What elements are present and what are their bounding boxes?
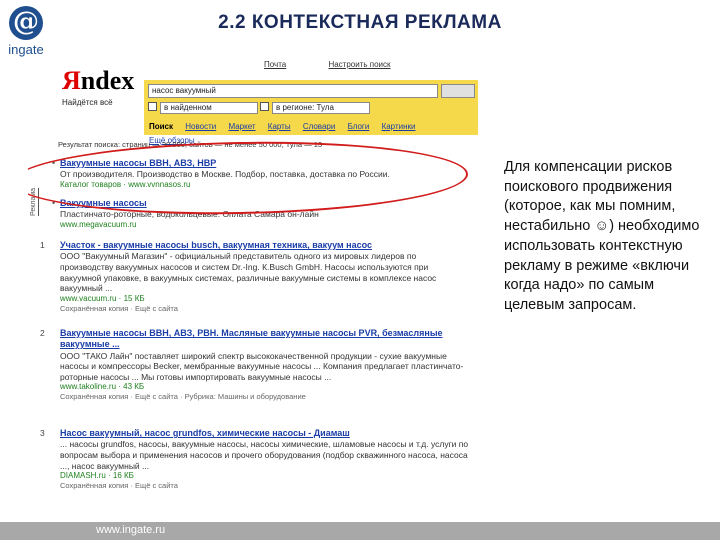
search-tabs: Поиск Новости Маркет Карты Словари Блоги… — [144, 120, 478, 145]
tab-search[interactable]: Поиск — [144, 120, 179, 134]
yandex-logo-first: Я — [62, 66, 81, 95]
slide-title: 2.2 КОНТЕКСТНАЯ РЕКЛАМА — [218, 12, 502, 33]
yandex-logo-rest: ndex — [80, 66, 135, 95]
tab-images[interactable]: Картинки — [377, 120, 421, 134]
result-url[interactable]: www.vacuum.ru · 15 КБ — [60, 294, 470, 304]
top-links: Почта Настроить поиск — [264, 60, 431, 70]
result-description: ООО "Вакуумный Магазин" - официальный пр… — [60, 251, 437, 294]
result-meta[interactable]: Сохранённая копия · Ещё с сайта · Рубрик… — [60, 392, 470, 401]
ad-url[interactable]: www.megavacuum.ru — [60, 220, 470, 230]
search-box: насос вакуумный в найденном в регионе: Т… — [144, 80, 478, 145]
result-description: ООО "ТАКО Лайн" поставляет широкий спект… — [60, 350, 464, 382]
tab-blogs[interactable]: Блоги — [343, 120, 375, 134]
search-input[interactable]: насос вакуумный — [148, 84, 438, 98]
result-title[interactable]: Участок - вакуумные насосы busch, вакуум… — [60, 240, 470, 251]
result-item: 3 Насос вакуумный, насос grundfos, химич… — [40, 428, 470, 491]
top-link-mail[interactable]: Почта — [264, 60, 286, 69]
result-number: 2 — [40, 328, 45, 338]
result-description: ... насосы grundfos, насосы, вакуумные н… — [60, 439, 469, 471]
slide-note: Для компенсации рисков поискового продви… — [504, 159, 700, 314]
checkbox-region[interactable]: в регионе: Тула — [260, 102, 370, 114]
result-item: 2 Вакуумные насосы ВВН, АВЗ, РВН. Маслян… — [40, 328, 470, 402]
top-link-settings[interactable]: Настроить поиск — [328, 60, 390, 69]
result-url[interactable]: www.takoline.ru · 43 КБ — [60, 382, 470, 392]
footer-url[interactable]: www.ingate.ru — [96, 524, 165, 536]
checkbox-in-found-label: в найденном — [160, 102, 258, 114]
result-title[interactable]: Насос вакуумный, насос grundfos, химичес… — [60, 428, 470, 439]
yandex-screenshot: Почта Настроить поиск Яndex Найдётся всё… — [28, 56, 480, 518]
result-meta[interactable]: Сохранённая копия · Ещё с сайта — [60, 481, 470, 490]
result-number: 3 — [40, 428, 45, 438]
tab-dictionaries[interactable]: Словари — [298, 120, 341, 134]
result-item: 1 Участок - вакуумные насосы busch, ваку… — [40, 240, 470, 313]
result-meta[interactable]: Сохранённая копия · Ещё с сайта — [60, 304, 470, 313]
checkbox-in-found[interactable]: в найденном — [148, 102, 258, 114]
result-number: 1 — [40, 240, 45, 250]
checkbox-icon[interactable] — [260, 102, 269, 111]
tab-market[interactable]: Маркет — [223, 120, 260, 134]
yandex-tagline: Найдётся всё — [62, 98, 113, 107]
yandex-logo: Яndex — [62, 66, 134, 96]
checkbox-region-label: в регионе: Тула — [272, 102, 370, 114]
checkbox-icon[interactable] — [148, 102, 157, 111]
footer-bar: www.ingate.ru — [0, 522, 720, 540]
tab-maps[interactable]: Карты — [263, 120, 296, 134]
tab-news[interactable]: Новости — [180, 120, 221, 134]
result-url[interactable]: DIAMASH.ru · 16 КБ — [60, 471, 470, 481]
result-title[interactable]: Вакуумные насосы ВВН, АВЗ, РВН. Масляные… — [60, 328, 470, 351]
search-button[interactable] — [441, 84, 475, 98]
ingate-logo-text: ingate — [8, 42, 44, 57]
